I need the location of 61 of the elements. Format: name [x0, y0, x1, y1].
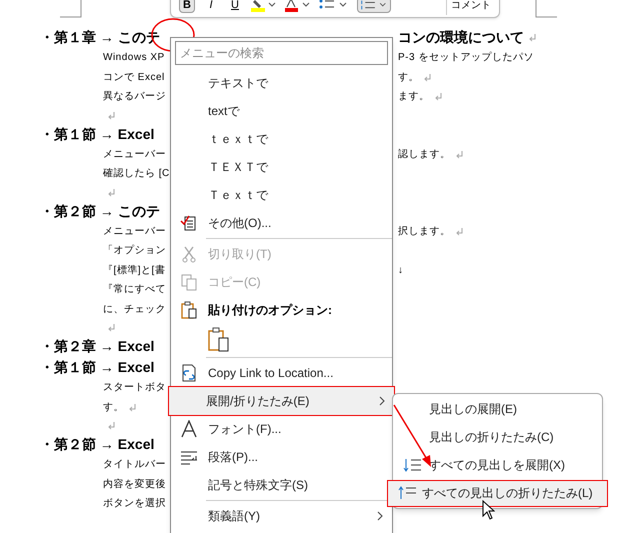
menu-item[interactable]: 展開/折りたたみ(E) — [169, 387, 394, 415]
document-link-icon — [180, 364, 198, 382]
menu-item[interactable]: 段落(P)... — [171, 443, 392, 471]
body-text: 『常にすべて — [103, 282, 166, 298]
body-text: 認します。 — [398, 148, 450, 162]
body-text: メニューバー — [103, 148, 166, 162]
body-text: メニューバー — [103, 224, 166, 239]
collapse-all-icon — [398, 486, 418, 500]
copy-icon — [180, 273, 198, 291]
heading-text: ・第２節 → Excel — [40, 435, 154, 454]
body-text: Windows XP — [103, 51, 165, 66]
paste-icon[interactable] — [207, 327, 231, 353]
heading-text: ・第２章 → Excel — [40, 337, 154, 356]
menu-item[interactable]: その他(O)... — [171, 209, 392, 237]
body-text: 「オプション — [103, 244, 166, 258]
heading-text: ・第１節 → Excel — [40, 124, 154, 144]
page-corner-mark — [535, 0, 557, 18]
menu-item[interactable]: Ｔｅｘｔで — [171, 181, 392, 209]
body-text: す。 — [103, 400, 124, 415]
body-text: スタートボタ — [103, 381, 166, 396]
body-text: 『[標準]と[書 — [103, 264, 166, 278]
expand-all-icon — [403, 458, 423, 472]
comment-button[interactable]: コメント — [446, 0, 491, 15]
scissors-icon — [180, 245, 198, 263]
font-color-icon[interactable] — [285, 0, 311, 12]
numbered-list-icon[interactable] — [357, 0, 391, 13]
body-text: P-3 をセットアップしたパソ — [398, 50, 534, 66]
menu-item[interactable]: フォント(F)... — [171, 415, 392, 443]
submenu-item[interactable]: すべての見出しを展開(X) — [393, 452, 602, 478]
body-text: 択します。 — [398, 224, 450, 239]
body-text: ボタンを選択 — [103, 497, 166, 512]
menu-item[interactable]: Copy Link to Location... — [171, 359, 392, 387]
body-text: コンで Excel — [103, 70, 165, 85]
menu-item[interactable]: テキストで — [171, 69, 392, 97]
menu-item[interactable]: textで — [171, 97, 392, 125]
highlighter-icon[interactable] — [251, 0, 277, 12]
body-text: ます。 — [398, 90, 430, 104]
italic-button[interactable]: I — [203, 0, 219, 13]
body-text: ↓ — [398, 264, 404, 278]
underline-button[interactable]: U — [227, 0, 243, 13]
paste-options-heading: 貼り付けのオプション: — [208, 302, 332, 319]
body-text: す。 — [398, 70, 419, 85]
body-text: タイトルバー — [103, 458, 166, 472]
body-text: 確認したら [C — [103, 166, 170, 182]
body-text: 内容を変更後 — [103, 478, 166, 492]
letter-icon — [180, 420, 198, 438]
heading-text: ・第２節 → このテ — [40, 202, 160, 220]
submenu-item[interactable]: すべての見出しの折りたたみ(L) — [388, 480, 607, 506]
body-text: に、チェック — [103, 302, 166, 317]
search-field[interactable]: メニューの検索 — [175, 41, 388, 65]
body-text: 異なるバージ — [103, 90, 166, 104]
submenu-item[interactable]: 見出しの折りたたみ(C) — [393, 424, 602, 450]
bold-button[interactable]: B — [179, 0, 195, 13]
checklist-icon — [180, 214, 198, 232]
menu-item[interactable]: ＴＥＸＴで — [171, 153, 392, 181]
heading-text: ・第１節 → Excel — [40, 358, 154, 377]
heading-text: コンの環境について — [398, 28, 524, 47]
submenu-item[interactable]: 見出しの展開(E) — [393, 396, 602, 422]
clipboard-icon — [180, 301, 198, 319]
menu-item[interactable]: ｔｅｘｔで — [171, 125, 392, 153]
page-corner-mark — [60, 0, 82, 18]
